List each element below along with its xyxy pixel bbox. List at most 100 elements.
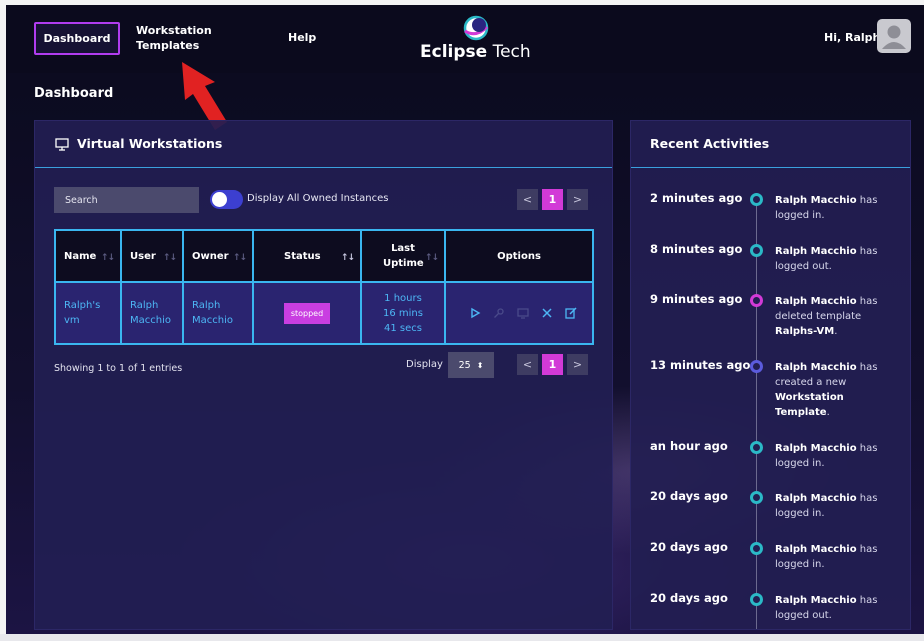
timeline-dot [750,244,763,257]
column-header-options: Options [444,229,594,283]
activity-time: 13 minutes ago [650,358,751,372]
activity-tail: . [834,326,838,337]
column-name-label: Name [64,250,97,262]
eclipse-logo-icon [463,15,489,41]
logo-text-rest: Tech [487,42,531,62]
user-avatar[interactable] [877,19,911,53]
pagination-page-button[interactable]: 1 [542,189,563,210]
activity-text: Ralph Macchio has logged in. [775,491,895,521]
panel-header: Virtual Workstations [35,121,612,168]
activity-text: Ralph Macchio has logged out. [775,593,895,623]
column-header-last-uptime[interactable]: Last Uptime ↑↓ [360,229,446,283]
sort-icon: ↑↓ [232,253,247,263]
column-header-status[interactable]: Status ↑↓ [252,229,362,283]
page-title: Dashboard [34,86,114,101]
column-status-label: Status [284,250,321,262]
display-count-select[interactable]: 25 ⬍ [448,352,494,378]
logo-text-bold: Eclipse [420,42,488,62]
activity-text: Ralph Macchio has logged in. [775,193,895,223]
column-header-user[interactable]: User ↑↓ [120,229,184,283]
activity-actor: Ralph Macchio [775,544,857,555]
activity-actor: Ralph Macchio [775,195,857,206]
pagination-next-button[interactable]: > [567,189,588,210]
user-greeting[interactable]: Hi, Ralph [824,31,880,44]
pagination-prev-button[interactable]: < [517,354,538,375]
activities-header: Recent Activities [631,121,910,168]
timeline-dot [750,542,763,555]
window-frame-bottom [0,634,924,641]
nav-workstation-templates-link[interactable]: Workstation Templates [136,23,212,53]
play-icon[interactable] [469,307,481,319]
user-silhouette-icon [882,25,906,49]
eclipse-tech-logo[interactable]: Eclipse Tech [420,14,531,68]
sort-icon: ↑↓ [162,253,177,263]
display-owned-toggle[interactable] [210,190,243,209]
column-header-name[interactable]: Name ↑↓ [54,229,122,283]
column-uptime-label: Last Uptime [383,243,424,269]
panel-title: Virtual Workstations [77,136,223,151]
activity-target: Ralphs-VM [775,326,835,337]
recent-activities-panel: Recent Activities 2 minutes ago Ralph Ma… [630,120,911,630]
activity-time: 20 days ago [650,489,728,503]
timeline-dot [750,441,763,454]
timeline-dot [750,360,763,373]
activity-actor: Ralph Macchio [775,296,857,307]
nav-dashboard-button[interactable]: Dashboard [34,22,120,55]
timeline-dot [750,193,763,206]
cell-last-uptime: 1 hours 16 mins 41 secs [360,281,446,345]
select-arrows-icon: ⬍ [476,360,484,370]
activity-time: 8 minutes ago [650,242,743,256]
activity-text: Ralph Macchio has deleted template Ralph… [775,294,895,339]
activity-text: Ralph Macchio has logged out. [775,244,895,274]
vm-name-link[interactable]: Ralph's vm [64,298,108,328]
table-header-row: Name ↑↓ User ↑↓ Owner ↑↓ Status ↑↓ Last Upti… [54,229,594,283]
logo-text: Eclipse Tech [420,42,531,62]
vm-user: Ralph Macchio [130,300,171,326]
activity-actor: Ralph Macchio [775,362,857,373]
pagination-page-button[interactable]: 1 [542,354,563,375]
nav-templates-line1: Workstation [136,24,212,37]
column-header-owner[interactable]: Owner ↑↓ [182,229,254,283]
entries-summary: Showing 1 to 1 of 1 entries [54,363,183,374]
activity-actor: Ralph Macchio [775,595,857,606]
key-icon[interactable] [493,307,505,319]
console-icon[interactable] [517,307,529,319]
activity-actor: Ralph Macchio [775,443,857,454]
cell-owner: Ralph Macchio [182,281,254,345]
activities-title: Recent Activities [650,136,770,151]
timeline-dot [750,593,763,606]
table-row: Ralph's vm Ralph Macchio Ralph Macchio s… [54,281,594,345]
cell-name[interactable]: Ralph's vm [54,281,122,345]
activity-text: Ralph Macchio has created a new Workstat… [775,360,895,420]
nav-templates-line2: Templates [136,39,200,52]
activity-actor: Ralph Macchio [775,493,857,504]
top-nav: Dashboard Workstation Templates Help Ecl… [6,5,924,73]
timeline-dot [750,294,763,307]
bottom-pagination: < 1 > [517,354,588,375]
top-pagination: < 1 > [517,189,588,210]
column-owner-label: Owner [192,250,229,262]
activity-actor: Ralph Macchio [775,246,857,257]
sort-icon: ↑↓ [340,253,355,263]
column-options-label: Options [497,250,541,262]
activity-time: 2 minutes ago [650,191,743,205]
vm-owner: Ralph Macchio [192,300,233,326]
pagination-next-button[interactable]: > [567,354,588,375]
nav-help-link[interactable]: Help [288,31,316,44]
activity-time: 20 days ago [650,591,728,605]
display-count-value: 25 [458,359,471,371]
status-badge: stopped [283,302,331,324]
column-user-label: User [130,250,156,262]
virtual-workstations-panel: Virtual Workstations Display All Owned I… [34,120,613,630]
search-input[interactable] [54,187,199,213]
sort-icon: ↑↓ [424,253,439,263]
window-frame-left [0,0,6,641]
display-label: Display [406,359,443,370]
edit-icon[interactable] [565,307,577,319]
activity-text: Ralph Macchio has logged in. [775,542,895,572]
delete-x-icon[interactable] [541,307,553,319]
pagination-prev-button[interactable]: < [517,189,538,210]
vm-last-uptime: 1 hours 16 mins 41 secs [383,292,423,334]
toggle-label: Display All Owned Instances [247,193,389,204]
workstations-table: Name ↑↓ User ↑↓ Owner ↑↓ Status ↑↓ Last Upti… [54,229,594,345]
